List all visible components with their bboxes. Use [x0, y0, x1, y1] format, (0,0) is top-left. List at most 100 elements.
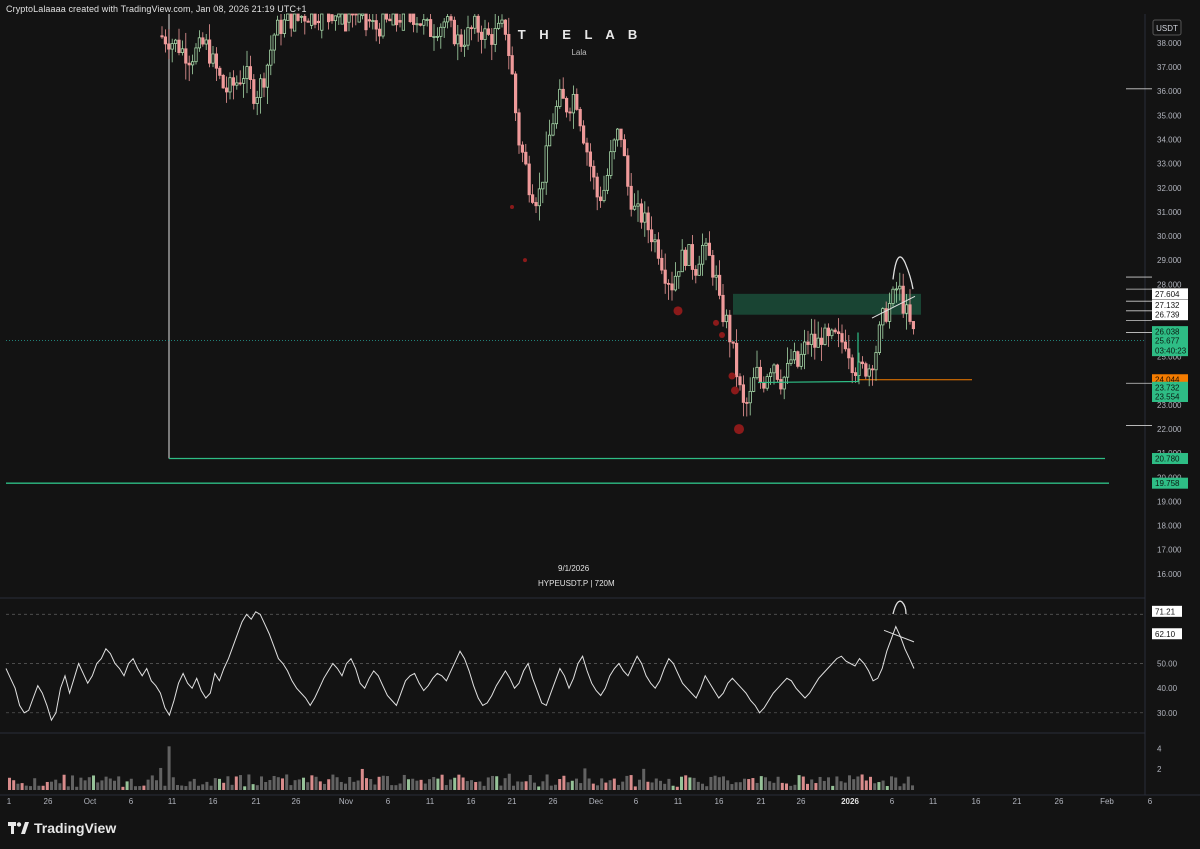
candle-body [854, 372, 858, 376]
candle-body [483, 28, 487, 40]
volume-bar [663, 783, 667, 790]
volume-bar [213, 778, 217, 790]
candle-body [758, 366, 763, 383]
candle-body [214, 53, 218, 69]
volume-bar [789, 785, 793, 790]
candle-body [792, 351, 797, 361]
volume-bar [730, 784, 734, 790]
candle-body [646, 212, 650, 231]
candle-body [493, 28, 497, 45]
candles [160, 13, 916, 417]
volume-bar [596, 785, 599, 790]
volume-bar [184, 786, 188, 790]
volume-bar [251, 784, 255, 790]
volume-bar [659, 780, 662, 790]
volume-bar [738, 782, 742, 790]
candle-body [411, 13, 416, 25]
volume-bar [583, 768, 587, 790]
candle-body [762, 382, 766, 389]
candle-body [711, 255, 715, 278]
volume-bar [608, 780, 612, 790]
volume-bar [722, 776, 725, 790]
candle-body [456, 34, 460, 45]
candle-body [422, 19, 426, 26]
candle-body [881, 308, 885, 326]
x-tick-label: 6 [890, 797, 895, 806]
volume-tick-label: 4 [1157, 744, 1162, 753]
volume-bar [360, 768, 364, 790]
volume-bar [701, 783, 704, 790]
rsi-label: 71.21 [1155, 607, 1176, 616]
signal-dot [510, 205, 514, 210]
volume-bar [226, 776, 230, 790]
volume-bar [272, 775, 276, 790]
candle-body [898, 285, 902, 290]
candle-body [786, 363, 790, 378]
candle-body [503, 19, 508, 35]
volume-bar [797, 775, 801, 790]
candle-body [534, 202, 538, 207]
volume-bar [906, 776, 910, 790]
volume-bar [537, 786, 541, 790]
candle-body [782, 376, 786, 390]
y-tick-label: 32.000 [1157, 184, 1182, 193]
volume-bar [87, 777, 91, 790]
x-tick-label: 26 [1055, 797, 1064, 806]
signal-dot [734, 424, 744, 435]
candle-body [796, 351, 800, 367]
y-tick-label: 38.000 [1157, 39, 1182, 48]
candle-body [830, 329, 834, 337]
candle-body [473, 15, 477, 29]
candle-body [337, 13, 341, 18]
candle-body [864, 363, 868, 377]
volume-bar [759, 776, 763, 790]
volume-bar [688, 777, 692, 790]
rsi-line [5, 611, 915, 722]
volume-bar [293, 780, 297, 790]
volume-bar [650, 782, 654, 790]
volume-bar [818, 776, 822, 790]
watermark-title: T H E L A B [518, 27, 643, 42]
volume-bar [743, 778, 746, 790]
volume-bar [66, 786, 70, 790]
volume-bar [314, 776, 318, 790]
candle-body [684, 249, 688, 266]
candle-body [517, 112, 521, 146]
x-tick-label: 16 [715, 797, 724, 806]
candle-body [697, 263, 701, 276]
volume-bar [356, 780, 360, 790]
volume-bar [482, 785, 486, 790]
currency-badge-label: USDT [1156, 24, 1178, 33]
volume-bar [751, 778, 755, 790]
volume-bar [415, 780, 419, 790]
candle-body [809, 333, 814, 345]
volume-bar [386, 776, 389, 790]
x-tick-label: 21 [757, 797, 766, 806]
volume-bar [264, 781, 268, 790]
candle-body [636, 203, 640, 207]
candle-body [173, 39, 178, 44]
volume-bar [793, 784, 797, 790]
volume-bar [306, 782, 310, 790]
x-tick-label: 6 [1148, 797, 1153, 806]
candle-body [292, 13, 297, 32]
chart-canvas[interactable]: 30.0040.0050.0071.2162.10 24 USDT16.0001… [0, 0, 1200, 849]
y-tick-label: 29.000 [1157, 256, 1182, 265]
candle-body [741, 384, 746, 403]
candle-body [891, 288, 895, 304]
volume-bar [449, 779, 452, 790]
candle-body [432, 36, 436, 38]
candle-body [252, 79, 256, 104]
volume-bar [570, 780, 574, 790]
volume-bar [188, 781, 192, 790]
candle-body [575, 93, 579, 110]
volume-bar [512, 785, 515, 790]
volume-bar [856, 776, 860, 790]
volume-bar [373, 784, 377, 790]
candle-body [381, 13, 385, 37]
candle-body [394, 13, 399, 26]
volume-bar [335, 777, 339, 790]
tradingview-logo[interactable]: TradingView [8, 820, 116, 836]
symbol-date: 9/1/2026 [558, 564, 590, 573]
volume-bar [297, 779, 301, 790]
